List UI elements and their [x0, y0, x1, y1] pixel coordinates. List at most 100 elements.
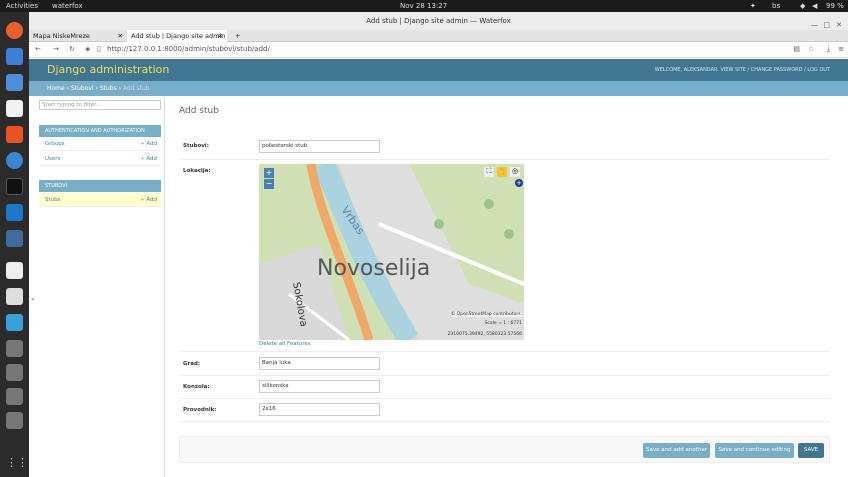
- sidebar-item-label[interactable]: Groups: [45, 141, 65, 147]
- nav-sidebar: Start typing to filter... AUTHENTICATION…: [29, 96, 165, 477]
- window-titlebar: Add stub | Django site admin — Waterfox …: [29, 12, 848, 30]
- sidebar-item-users[interactable]: Users + Add: [39, 152, 161, 166]
- django-header: Django administration WELCOME, ALEKSANDA…: [29, 59, 848, 81]
- terminal-icon[interactable]: [6, 178, 23, 195]
- clock[interactable]: Nov 28 13:27: [400, 2, 447, 10]
- konzola-input[interactable]: silikonska: [259, 380, 380, 393]
- breadcrumb-home[interactable]: Home: [47, 85, 65, 92]
- add-stubs-link[interactable]: + Add: [140, 193, 157, 207]
- menu-icon[interactable]: ≡: [838, 45, 844, 53]
- accessibility-icon[interactable]: ✦: [750, 2, 756, 10]
- layer-switcher-icon[interactable]: +: [515, 179, 523, 187]
- url-input[interactable]: http://127.0.0.1:8000/admin/stubovi/stub…: [107, 45, 270, 53]
- close-tab-icon[interactable]: ✕: [118, 30, 123, 42]
- provodnik-label: Provodnik:: [183, 407, 217, 413]
- delete-features-link[interactable]: Delete all Features: [259, 341, 311, 347]
- tab-mapa[interactable]: Mapa NiskeMreze ✕: [29, 30, 127, 42]
- breadcrumb-current: Add stub: [122, 85, 150, 92]
- zoom-in-button[interactable]: +: [264, 168, 274, 178]
- modify-icon[interactable]: ◎: [510, 167, 520, 177]
- app-menu[interactable]: waterfox: [52, 2, 83, 10]
- navigation-bar: ← → ↻ ◈ ▯ http://127.0.0.1:8000/admin/st…: [29, 42, 848, 58]
- add-groups-link[interactable]: + Add: [140, 137, 157, 151]
- document-icon[interactable]: [6, 100, 23, 117]
- konzola-label: Konzola:: [183, 384, 210, 390]
- sidebar-item-stubs[interactable]: Stubs + Add: [39, 193, 161, 207]
- field-row-grad: Grad: Banja luka: [179, 352, 830, 376]
- help-icon[interactable]: [6, 152, 23, 169]
- new-tab-button[interactable]: +: [231, 30, 243, 42]
- provodnik-input[interactable]: 2x16: [259, 403, 380, 416]
- pan-icon[interactable]: ✋: [497, 167, 507, 177]
- dock: ⋮⋮: [0, 12, 29, 477]
- page-title: Add stub: [179, 106, 219, 116]
- save-and-continue-button[interactable]: Save and continue editing: [715, 443, 794, 458]
- sidebar-item-label[interactable]: Stubs: [45, 197, 61, 203]
- reload-icon[interactable]: ↻: [69, 45, 75, 53]
- waterfox-icon[interactable]: [6, 22, 23, 39]
- postgres-icon[interactable]: [6, 230, 23, 247]
- save-button[interactable]: SAVE: [798, 443, 824, 458]
- page-icon: ▯: [97, 45, 101, 53]
- back-icon[interactable]: ←: [35, 45, 41, 53]
- location-map[interactable]: + − ⛶ ✋ ◎ + Novoselija Vrbas Sokolova © …: [259, 164, 524, 340]
- drive-icon[interactable]: [6, 412, 23, 429]
- user-tools[interactable]: WELCOME, ALEKSANDAR. VIEW SITE / CHANGE …: [655, 67, 830, 73]
- map-attribution[interactable]: © OpenStreetMap contributors.: [450, 312, 522, 317]
- forward-icon[interactable]: →: [53, 45, 59, 53]
- lokacija-label: Lokacija:: [183, 168, 211, 174]
- field-row-konzola: Konzola: silikonska: [179, 376, 830, 399]
- text-editor-icon[interactable]: [6, 262, 23, 279]
- app-grid-icon[interactable]: ⋮⋮: [6, 454, 28, 471]
- reader-icon[interactable]: ▤: [793, 45, 800, 53]
- search-icon[interactable]: [6, 288, 23, 305]
- chat-icon[interactable]: [6, 48, 23, 65]
- module-auth-header[interactable]: AUTHENTICATION AND AUTHORIZATION: [39, 125, 161, 137]
- main-content: Add stub Stubovi: poliesterski stub Loka…: [179, 96, 839, 477]
- drive-icon[interactable]: [6, 364, 23, 381]
- map-scale: Scale = 1 : 6771: [484, 321, 522, 326]
- drive-icon[interactable]: [6, 388, 23, 405]
- stubovi-input[interactable]: poliesterski stub: [259, 140, 380, 153]
- sidebar-toggle[interactable]: «: [31, 296, 35, 303]
- close-tab-icon[interactable]: ✕: [218, 30, 223, 42]
- bookmark-icon[interactable]: ☆: [808, 45, 814, 53]
- field-row-stubovi: Stubovi: poliesterski stub: [179, 134, 830, 160]
- grad-label: Grad:: [183, 361, 201, 367]
- sidebar-item-groups[interactable]: Groups + Add: [39, 137, 161, 151]
- tab-add-stub[interactable]: Add stub | Django site admin ✕: [127, 30, 227, 42]
- tab-label: Mapa NiskeMreze: [33, 32, 90, 40]
- window-title: Add stub | Django site admin — Waterfox: [366, 17, 511, 25]
- shield-icon[interactable]: ◈: [85, 45, 90, 53]
- drive-icon[interactable]: [6, 340, 23, 357]
- grad-input[interactable]: Banja luka: [259, 357, 380, 370]
- download-icon[interactable]: ⤓: [827, 45, 830, 54]
- language-indicator[interactable]: bs: [772, 2, 780, 10]
- save-and-add-another-button[interactable]: Save and add another: [643, 443, 710, 458]
- battery-status[interactable]: 99 %: [826, 2, 844, 10]
- volume-icon[interactable]: ◀: [812, 2, 817, 10]
- submit-row: Save and add another Save and continue e…: [179, 436, 830, 463]
- browser-window: Add stub | Django site admin — Waterfox …: [29, 12, 848, 477]
- map-coordinates: 2310075.39492, 5580323.57566: [447, 332, 522, 337]
- site-brand[interactable]: Django administration: [47, 63, 169, 76]
- tab-strip: Mapa NiskeMreze ✕ Add stub | Django site…: [29, 30, 848, 42]
- sidebar-filter-input[interactable]: Start typing to filter...: [39, 100, 161, 110]
- breadcrumb-model[interactable]: Stubs: [100, 85, 117, 92]
- breadcrumb-app[interactable]: Stubovi: [71, 85, 94, 92]
- zoom-out-button[interactable]: −: [264, 179, 274, 189]
- waterfox-active-icon[interactable]: [6, 314, 23, 331]
- map-label-place: Novoselija: [317, 256, 431, 281]
- network-icon[interactable]: ◆: [800, 2, 805, 10]
- activities-button[interactable]: Activities: [6, 2, 38, 10]
- os-top-bar: Activities waterfox Nov 28 13:27 ✦ bs ◆ …: [0, 0, 848, 12]
- files-icon[interactable]: [6, 74, 23, 91]
- module-stubovi-header[interactable]: STUBOVI: [39, 180, 161, 192]
- draw-point-icon[interactable]: ⛶: [484, 167, 494, 177]
- field-row-lokacija: Lokacija: + − ⛶ ✋ ◎ + Novoselija Vrbas S…: [179, 160, 830, 352]
- tab-label: Add stub | Django site admin: [131, 32, 226, 40]
- sidebar-item-label[interactable]: Users: [45, 156, 60, 162]
- add-users-link[interactable]: + Add: [140, 152, 157, 166]
- software-icon[interactable]: [6, 126, 23, 143]
- vscode-icon[interactable]: [6, 204, 23, 221]
